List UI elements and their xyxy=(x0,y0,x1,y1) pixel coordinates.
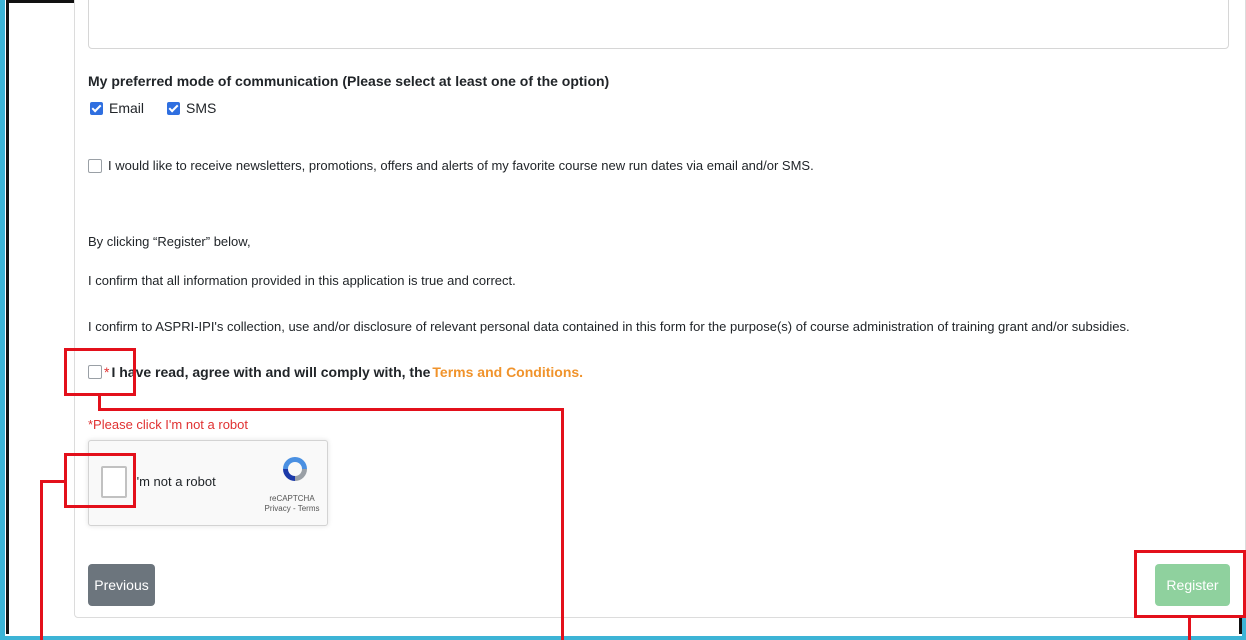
sms-option[interactable]: SMS xyxy=(167,100,216,116)
sms-checkbox[interactable] xyxy=(167,101,180,115)
email-option[interactable]: Email xyxy=(90,100,144,116)
annotation-box-register xyxy=(1134,550,1246,618)
newsletter-checkbox[interactable] xyxy=(88,158,102,173)
recaptcha-label: I'm not a robot xyxy=(133,474,216,489)
email-label: Email xyxy=(109,100,145,116)
recaptcha-error: *Please click I'm not a robot xyxy=(88,417,248,432)
declaration-intro: By clicking “Register” below, xyxy=(88,234,251,249)
previous-text-area[interactable] xyxy=(88,0,1229,49)
declaration-line-true-correct: I confirm that all information provided … xyxy=(88,273,516,288)
annotation-line-recaptcha-v xyxy=(40,480,43,640)
sms-label: SMS xyxy=(186,100,217,116)
communication-title: My preferred mode of communication (Plea… xyxy=(88,73,610,89)
recaptcha-icon xyxy=(283,457,307,481)
annotation-box-terms xyxy=(64,348,136,396)
annotation-box-recaptcha xyxy=(64,453,136,508)
annotation-line-terms-h xyxy=(98,408,564,411)
email-checkbox[interactable] xyxy=(90,101,103,115)
declaration-line-consent: I confirm to ASPRI-IPI's collection, use… xyxy=(88,319,1130,334)
annotation-line-terms-v xyxy=(561,408,564,640)
annotation-line-recaptcha-h xyxy=(40,480,64,483)
annotation-line-register-v xyxy=(1188,618,1191,640)
previous-button[interactable]: Previous xyxy=(88,564,155,606)
screen-frame-bottom xyxy=(0,636,1246,640)
screen-frame-left xyxy=(0,0,5,640)
recaptcha-brand-block: reCAPTCHA Privacy - Terms xyxy=(259,494,325,514)
terms-link[interactable]: Terms and Conditions. xyxy=(432,364,583,380)
terms-option[interactable]: * I have read, agree with and will compl… xyxy=(88,364,583,380)
recaptcha-brand: reCAPTCHA xyxy=(269,494,315,503)
terms-text: I have read, agree with and will comply … xyxy=(111,364,431,380)
annotation-line-terms-stem xyxy=(98,396,101,410)
recaptcha-links[interactable]: Privacy - Terms xyxy=(259,504,325,514)
newsletter-option[interactable]: I would like to receive newsletters, pro… xyxy=(88,158,814,173)
newsletter-label: I would like to receive newsletters, pro… xyxy=(108,158,814,173)
